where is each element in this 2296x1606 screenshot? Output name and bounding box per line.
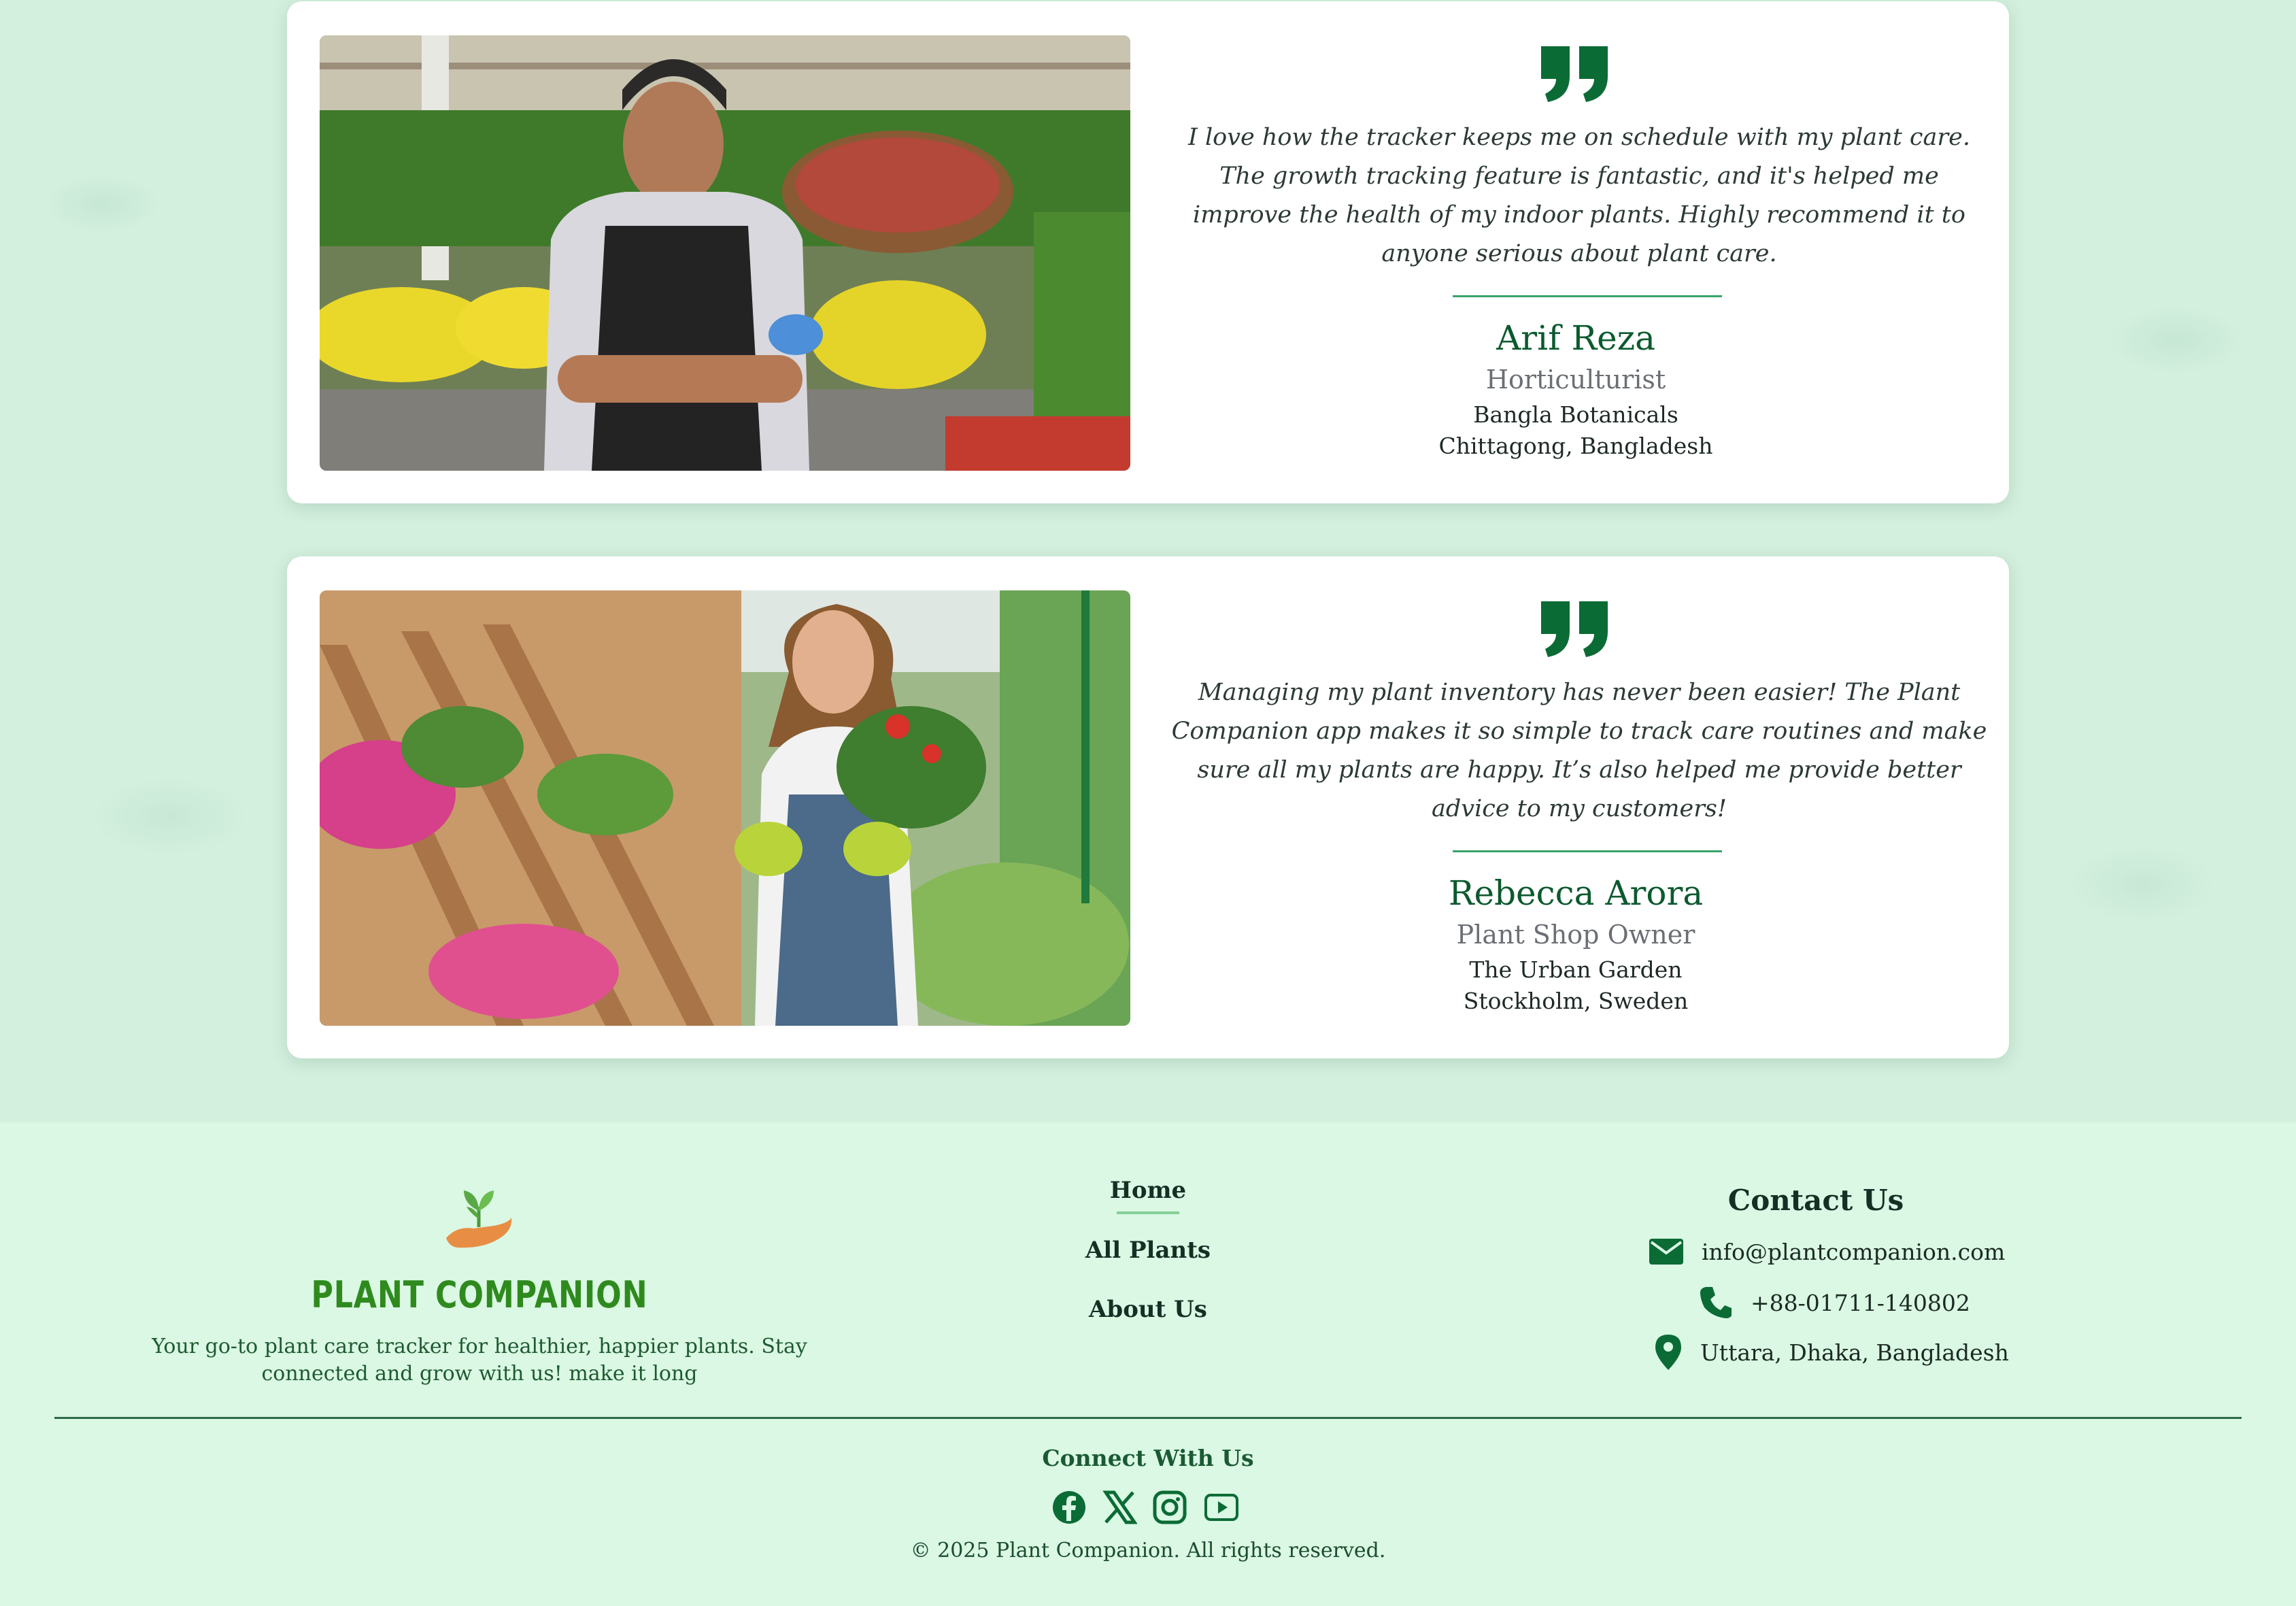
testimonial-name: Arif Reza: [1496, 318, 1655, 358]
brand-tagline: Your go-to plant care tracker for health…: [152, 1335, 807, 1386]
testimonial-card: I love how the tracker keeps me on sched…: [287, 1, 2009, 503]
testimonial-role: Horticulturist: [1485, 365, 1666, 395]
testimonials-section: I love how the tracker keeps me on sched…: [0, 0, 2296, 1122]
testimonial-name: Rebecca Arora: [1448, 873, 1704, 913]
testimonial-quote: Managing my plant inventory has never be…: [1171, 679, 1987, 822]
divider: [1453, 295, 1722, 297]
testimonial-role: Plant Shop Owner: [1456, 920, 1695, 950]
testimonial-organization: Bangla Botanicals: [1473, 401, 1678, 428]
footer-divider: [54, 1417, 2242, 1419]
facebook-icon[interactable]: [1051, 1490, 1087, 1525]
testimonial-content: Managing my plant inventory has never be…: [1158, 556, 1994, 1058]
contact-address: Uttara, Dhaka, Bangladesh: [1654, 1333, 2009, 1371]
copyright: © 2025 Plant Companion. All rights reser…: [910, 1539, 1386, 1562]
testimonial-quote: I love how the tracker keeps me on sched…: [1188, 124, 1970, 267]
active-link-underline: [1117, 1211, 1179, 1214]
testimonial-content: I love how the tracker keeps me on sched…: [1158, 1, 1994, 503]
footer-nav-about[interactable]: About Us: [1020, 1296, 1276, 1323]
contact-email[interactable]: info@plantcompanion.com: [1649, 1238, 2005, 1265]
testimonial-organization: The Urban Garden: [1469, 956, 1683, 983]
connect-title: Connect With Us: [1042, 1445, 1254, 1471]
site-footer: PLANT COMPANION Your go-to plant care tr…: [0, 1122, 2296, 1606]
brand-name[interactable]: PLANT COMPANION: [309, 1273, 649, 1316]
instagram-icon[interactable]: [1152, 1490, 1187, 1525]
contact-title: Contact Us: [1727, 1184, 1904, 1217]
testimonial-photo: [320, 35, 1130, 471]
quote-icon: [1541, 46, 1608, 102]
footer-nav-home[interactable]: Home: [1020, 1177, 1276, 1204]
testimonial-card: Managing my plant inventory has never be…: [287, 556, 2009, 1058]
testimonial-location: Stockholm, Sweden: [1463, 988, 1689, 1014]
contact-address-text: Uttara, Dhaka, Bangladesh: [1700, 1339, 2009, 1366]
hand-sprout-icon: [446, 1190, 512, 1248]
x-icon[interactable]: [1102, 1490, 1137, 1525]
testimonial-location: Chittagong, Bangladesh: [1438, 433, 1713, 459]
divider: [1453, 850, 1722, 852]
phone-icon: [1700, 1287, 1732, 1318]
mail-icon: [1649, 1239, 1683, 1265]
contact-phone-text[interactable]: +88-01711-140802: [1751, 1290, 1970, 1316]
quote-icon: [1541, 601, 1608, 657]
location-pin-icon: [1655, 1335, 1681, 1370]
contact-phone[interactable]: +88-01711-140802: [1699, 1286, 1970, 1320]
contact-email-text[interactable]: info@plantcompanion.com: [1702, 1239, 2005, 1265]
footer-nav-all-plants[interactable]: All Plants: [1020, 1237, 1276, 1264]
testimonial-photo: [320, 590, 1130, 1026]
youtube-icon[interactable]: [1204, 1490, 1239, 1525]
